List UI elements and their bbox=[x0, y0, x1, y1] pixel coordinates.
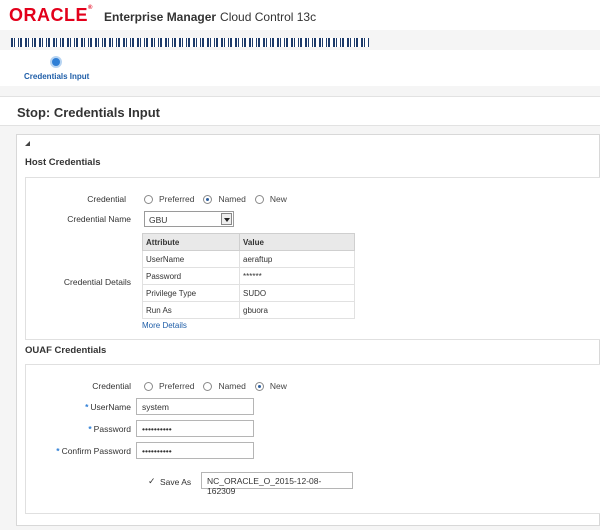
cell-value: ****** bbox=[239, 267, 355, 285]
credential-name-label: Credential Name bbox=[67, 214, 131, 224]
host-radio-preferred-label: Preferred bbox=[159, 194, 195, 204]
app-title: Enterprise Manager Cloud Control 13c bbox=[104, 10, 317, 24]
cell-attribute: Password bbox=[142, 267, 240, 285]
cell-value: gbuora bbox=[239, 301, 355, 319]
required-marker-icon: * bbox=[88, 424, 92, 434]
username-label: * UserName bbox=[85, 402, 131, 412]
collapse-triangle-icon[interactable] bbox=[25, 141, 30, 146]
ouaf-radio-named-label: Named bbox=[218, 381, 246, 391]
ouaf-radio-new-label: New bbox=[269, 381, 287, 391]
cell-attribute: Privilege Type bbox=[142, 284, 240, 302]
ouaf-credential-radio-group: Preferred Named New bbox=[144, 381, 296, 391]
table-row: Run As gbuora bbox=[142, 301, 355, 319]
ouaf-radio-preferred-label: Preferred bbox=[159, 381, 195, 391]
username-input[interactable]: system bbox=[136, 398, 254, 415]
column-header-attribute: Attribute bbox=[142, 233, 240, 251]
host-radio-named[interactable] bbox=[203, 194, 213, 204]
password-label: * Password bbox=[88, 424, 131, 434]
host-credential-label: Credential bbox=[87, 194, 126, 204]
table-row: Privilege Type SUDO bbox=[142, 284, 355, 302]
redacted-breadcrumb bbox=[11, 38, 369, 47]
ouaf-radio-preferred[interactable] bbox=[144, 381, 153, 391]
host-credential-radio-group: Preferred Named New bbox=[144, 194, 296, 204]
table-row: Password ****** bbox=[142, 267, 355, 285]
cell-value: SUDO bbox=[239, 284, 355, 302]
credential-name-select[interactable]: GBU bbox=[144, 211, 234, 227]
train-step-label[interactable]: Credentials Input bbox=[24, 72, 89, 81]
ouaf-credentials-section: Credential Preferred Named New * UserName… bbox=[25, 364, 600, 514]
ouaf-credential-label: Credential bbox=[92, 381, 131, 391]
train-step-current-icon[interactable] bbox=[50, 56, 62, 68]
required-marker-icon: * bbox=[85, 402, 89, 412]
password-input[interactable]: •••••••••• bbox=[136, 420, 254, 437]
table-row: UserName aeraftup bbox=[142, 250, 355, 268]
oracle-logo: ORACLE® bbox=[9, 5, 93, 25]
credential-name-value: GBU bbox=[149, 215, 168, 225]
host-credentials-title: Host Credentials bbox=[25, 157, 101, 168]
table-header-row: Attribute Value bbox=[142, 233, 355, 251]
chevron-down-icon[interactable] bbox=[221, 213, 232, 225]
process-train: Credentials Input bbox=[0, 50, 600, 86]
logo-registered-mark: ® bbox=[88, 5, 93, 11]
host-radio-new[interactable] bbox=[254, 194, 264, 204]
cell-attribute: Run As bbox=[142, 301, 240, 319]
host-credentials-section: Credential Preferred Named New Credentia… bbox=[25, 177, 600, 340]
host-radio-named-label: Named bbox=[218, 194, 246, 204]
save-as-input[interactable]: NC_ORACLE_O_2015-12-08-162309 bbox=[201, 472, 353, 496]
ouaf-credentials-title: OUAF Credentials bbox=[25, 345, 107, 356]
required-marker-icon: * bbox=[56, 446, 60, 456]
save-as-checkbox[interactable]: ✓ bbox=[148, 476, 156, 487]
confirm-password-input[interactable]: •••••••••• bbox=[136, 442, 254, 459]
more-details-link[interactable]: More Details bbox=[142, 321, 187, 330]
column-header-value: Value bbox=[239, 233, 355, 251]
page-header: Stop: Credentials Input bbox=[0, 96, 600, 126]
credential-details-table: Attribute Value UserName aeraftup Passwor… bbox=[142, 233, 355, 319]
host-radio-new-label: New bbox=[269, 194, 287, 204]
ouaf-radio-named[interactable] bbox=[203, 381, 213, 391]
ouaf-radio-new[interactable] bbox=[254, 381, 264, 391]
credentials-panel: Host Credentials Credential Preferred Na… bbox=[16, 134, 600, 526]
cell-attribute: UserName bbox=[142, 250, 240, 268]
page-title: Stop: Credentials Input bbox=[17, 105, 160, 120]
app-header: ORACLE® Enterprise Manager Cloud Control … bbox=[0, 0, 600, 30]
host-radio-preferred[interactable] bbox=[144, 194, 153, 204]
credential-details-label: Credential Details bbox=[63, 277, 131, 287]
save-as-label: Save As bbox=[160, 477, 192, 487]
confirm-password-label: * Confirm Password bbox=[56, 446, 131, 456]
cell-value: aeraftup bbox=[239, 250, 355, 268]
